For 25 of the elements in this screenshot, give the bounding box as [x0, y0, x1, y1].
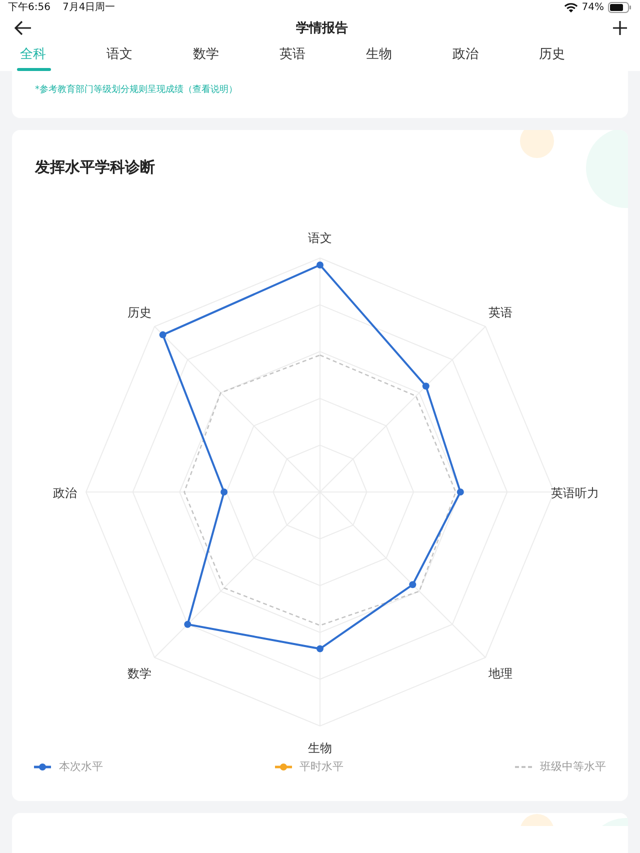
status-time: 下午6:56 [8, 1, 50, 14]
subject-tab[interactable]: 历史 [529, 42, 616, 71]
section-title: 发挥水平学科诊断 [35, 158, 156, 177]
subject-tab[interactable]: 数学 [183, 42, 270, 71]
legend-label: 本次水平 [59, 759, 103, 774]
legend-label: 班级中等水平 [540, 759, 606, 774]
status-date: 7月4日周一 [62, 1, 116, 14]
battery-icon [608, 2, 632, 12]
axis-label: 英语听力 [551, 486, 600, 500]
axis-label: 历史 [128, 306, 152, 320]
subject-tab[interactable]: 英语 [270, 42, 356, 71]
subject-tab[interactable]: 政治 [442, 42, 529, 71]
grading-note: *参考教育部门等级划分规则呈现成绩（查看说明） [35, 85, 238, 95]
legend-label: 平时水平 [300, 759, 344, 774]
battery-percent: 74% [582, 2, 604, 12]
subject-tab[interactable]: 生物 [356, 42, 442, 71]
page-title: 学情报告 [296, 20, 348, 37]
axis-label: 政治 [52, 486, 77, 500]
axis-label: 地理 [488, 666, 512, 680]
axis-label: 数学 [128, 666, 152, 680]
axis-label: 生物 [308, 741, 332, 756]
subject-tab[interactable]: 语文 [96, 42, 183, 71]
axis-label: 英语 [488, 306, 512, 320]
wifi-icon [564, 2, 578, 12]
axis-label: 语文 [308, 230, 332, 245]
